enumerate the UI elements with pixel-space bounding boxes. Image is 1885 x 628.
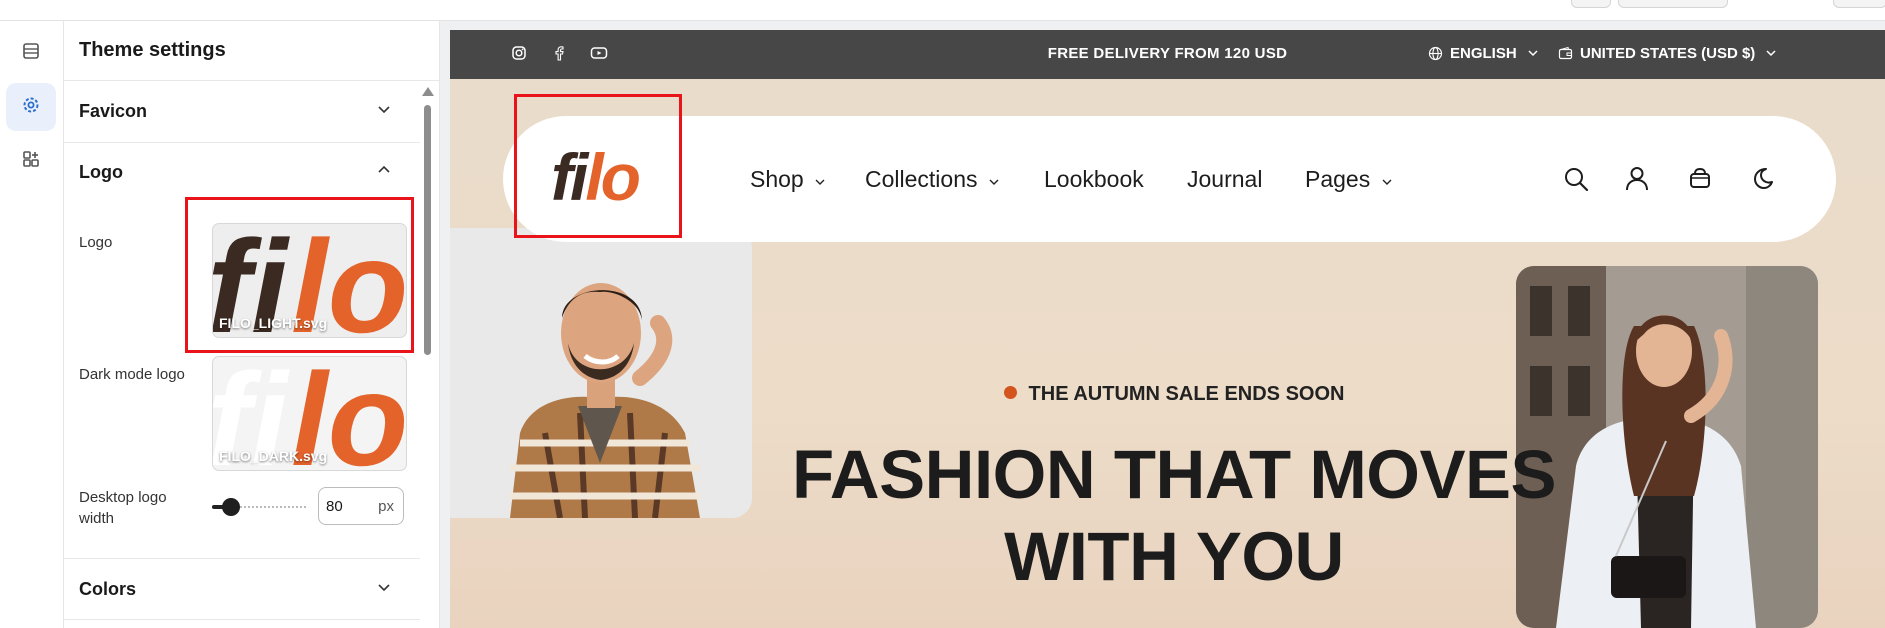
language-selector[interactable]: ENGLISH	[1450, 45, 1539, 62]
theme-settings-button[interactable]	[6, 83, 56, 131]
announcement-bar: FREE DELIVERY FROM 120 USD ENGLISH UNITE…	[450, 30, 1885, 79]
logo-width-label: Desktop logo width	[79, 489, 167, 527]
globe-icon	[1428, 46, 1443, 66]
chevron-down-icon	[376, 579, 392, 600]
dark-logo-file-name: FILO_DARK.svg	[219, 448, 328, 464]
sections-icon	[21, 41, 41, 66]
toolbar-control[interactable]	[1618, 0, 1728, 8]
editor-icon-rail	[0, 21, 64, 628]
toolbar-control[interactable]	[1833, 0, 1885, 8]
search-icon[interactable]	[1563, 166, 1589, 197]
section-label: Logo	[79, 162, 123, 182]
hero-headline-line-1: FASHION THAT MOVES	[791, 436, 1557, 513]
apps-icon	[21, 149, 41, 174]
nav-shop[interactable]: Shop	[750, 166, 826, 193]
currency-selector[interactable]: UNITED STATES (USD $)	[1580, 45, 1777, 62]
highlight-box	[514, 94, 682, 238]
logo-width-unit: px	[378, 498, 394, 515]
chevron-down-icon	[815, 179, 825, 185]
section-colors[interactable]: Colors	[64, 559, 420, 619]
theme-settings-panel: Theme settings Favicon Logo Logo fi lo F…	[64, 21, 440, 628]
section-label: Favicon	[79, 101, 148, 121]
dark-logo-field-label: Dark mode logo	[79, 366, 185, 383]
chevron-down-icon	[989, 179, 999, 185]
dark-logo-image-picker[interactable]: fi lo FILO_DARK.svg	[212, 356, 407, 471]
nav-pages[interactable]: Pages	[1305, 166, 1393, 193]
logo-width-value[interactable]: 80	[326, 498, 343, 515]
nav-pages-label: Pages	[1305, 166, 1371, 192]
divider	[64, 619, 420, 620]
wallet-icon	[1558, 46, 1573, 66]
store-preview: FREE DELIVERY FROM 120 USD ENGLISH UNITE…	[440, 21, 1885, 628]
logo-field-label: Logo	[79, 234, 113, 251]
language-label: ENGLISH	[1450, 45, 1517, 62]
currency-label: UNITED STATES (USD $)	[1580, 45, 1756, 62]
nav-lookbook[interactable]: Lookbook	[1044, 166, 1144, 193]
promo-text: THE AUTUMN SALE ENDS SOON	[1028, 383, 1345, 405]
scroll-up-arrow-icon[interactable]	[422, 87, 434, 96]
chevron-down-icon	[1382, 179, 1392, 185]
logo-width-slider-handle[interactable]	[222, 498, 240, 516]
logo-width-input[interactable]: 80 px	[318, 487, 404, 525]
sections-button[interactable]	[6, 29, 56, 77]
nav-shop-label: Shop	[750, 166, 804, 192]
nav-collections[interactable]: Collections	[865, 166, 1000, 193]
panel-scrollbar[interactable]	[422, 87, 434, 628]
account-icon[interactable]	[1624, 165, 1650, 196]
theme-settings-gear-icon	[21, 95, 41, 120]
toolbar-control[interactable]	[1571, 0, 1611, 8]
section-favicon[interactable]: Favicon	[64, 81, 420, 142]
section-label: Colors	[79, 579, 137, 599]
top-strip	[0, 0, 1885, 21]
chevron-down-icon	[376, 101, 392, 122]
promo-line: THE AUTUMN SALE ENDS SOON	[693, 383, 1655, 406]
scrollbar-thumb[interactable]	[424, 105, 431, 355]
panel-title: Theme settings	[79, 39, 226, 61]
apps-button[interactable]	[6, 137, 56, 185]
promo-dot	[1003, 386, 1017, 399]
highlight-box	[185, 197, 414, 353]
hero-headline-line-2: WITH YOU	[1004, 518, 1344, 595]
chevron-down-icon	[1766, 50, 1776, 57]
store-header: filo Shop Collections Lookbook Journal P…	[503, 94, 1836, 242]
cart-icon[interactable]	[1688, 166, 1712, 195]
storefront: FREE DELIVERY FROM 120 USD ENGLISH UNITE…	[450, 30, 1885, 628]
nav-collections-label: Collections	[865, 166, 978, 192]
chevron-down-icon	[1528, 50, 1538, 57]
nav-journal[interactable]: Journal	[1187, 166, 1262, 193]
dark-mode-icon[interactable]	[1751, 166, 1775, 195]
section-logo[interactable]: Logo	[64, 143, 420, 203]
chevron-up-icon	[376, 162, 392, 183]
